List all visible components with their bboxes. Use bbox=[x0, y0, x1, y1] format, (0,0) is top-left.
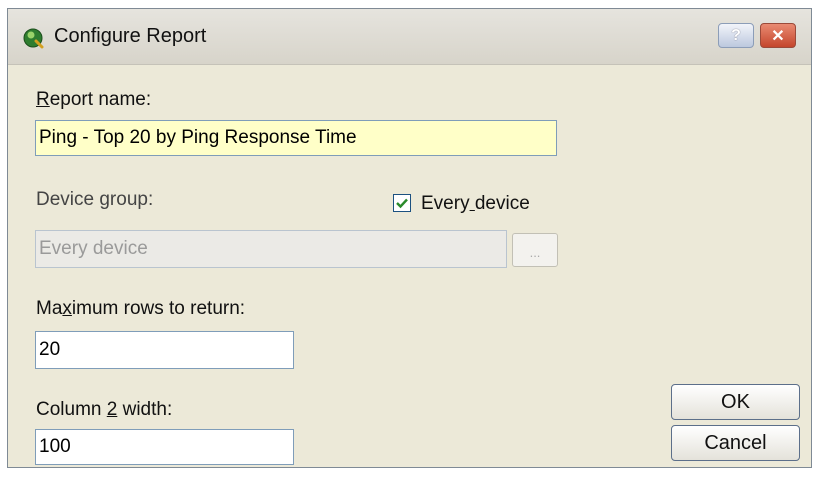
window-title: Configure Report bbox=[54, 25, 207, 47]
title-bar[interactable]: Configure Report ? ✕ bbox=[8, 9, 811, 65]
checkmark-icon bbox=[396, 198, 408, 209]
app-icon bbox=[23, 28, 44, 49]
column2-width-input[interactable]: 100 bbox=[35, 429, 294, 465]
browse-device-group-button: ... bbox=[512, 233, 558, 267]
max-rows-input[interactable]: 20 bbox=[35, 331, 294, 369]
max-rows-label: Maximum rows to return: bbox=[36, 298, 246, 319]
device-group-label: Device group: bbox=[36, 189, 154, 210]
ok-button[interactable]: OK bbox=[671, 384, 800, 420]
close-button[interactable]: ✕ bbox=[760, 23, 796, 48]
every-device-label[interactable]: Every device bbox=[421, 193, 530, 215]
help-icon: ? bbox=[731, 26, 741, 44]
cancel-button[interactable]: Cancel bbox=[671, 425, 800, 461]
report-name-label: Report name: bbox=[36, 89, 152, 110]
close-icon: ✕ bbox=[771, 27, 785, 45]
configure-report-dialog: Configure Report ? ✕ Report name: Ping -… bbox=[7, 8, 812, 468]
device-group-field: Every device bbox=[35, 230, 507, 268]
ellipsis-icon: ... bbox=[529, 245, 541, 260]
help-button[interactable]: ? bbox=[718, 23, 754, 48]
column2-width-label: Column 2 width: bbox=[36, 399, 173, 420]
report-name-input[interactable]: Ping - Top 20 by Ping Response Time bbox=[35, 120, 557, 156]
every-device-checkbox[interactable] bbox=[393, 194, 411, 212]
